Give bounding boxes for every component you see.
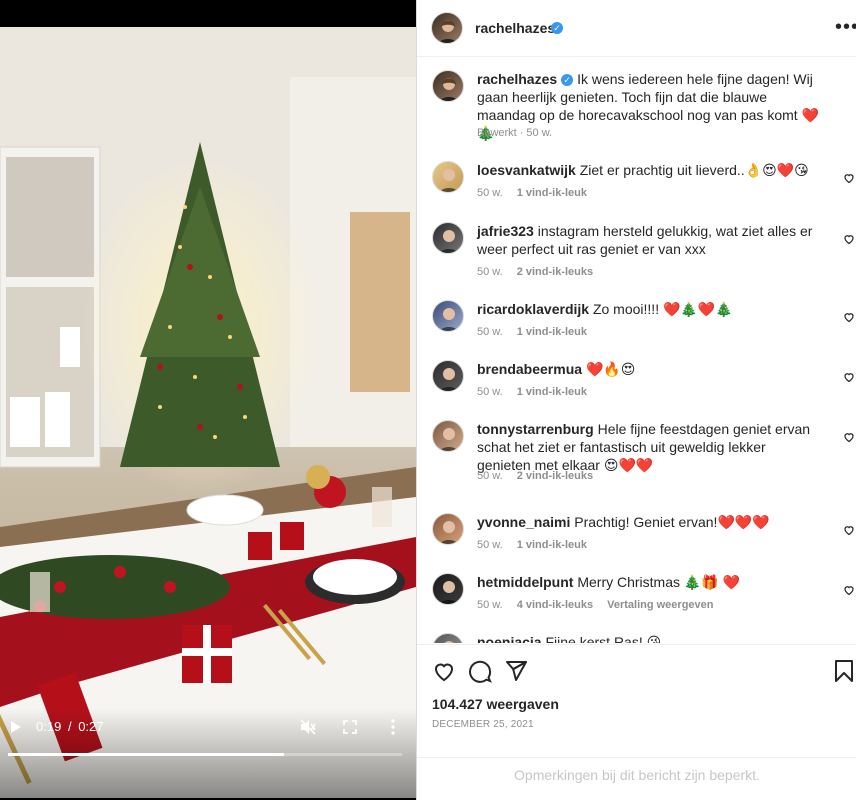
avatar[interactable] [432, 360, 464, 392]
comment-like-heart-icon[interactable] [843, 171, 855, 184]
comment-like-heart-icon[interactable] [843, 523, 855, 536]
avatar[interactable] [432, 70, 464, 102]
comment-like-heart-icon[interactable] [843, 370, 855, 383]
comment-age[interactable]: 50 w. [477, 326, 503, 338]
meta-separator: · [519, 127, 524, 139]
comment-age[interactable]: 50 w. [477, 539, 503, 551]
comment-age[interactable]: 50 w. [477, 266, 503, 278]
avatar[interactable] [432, 573, 464, 605]
avatar[interactable] [432, 222, 464, 254]
comment-username[interactable]: loesvankatwijk [477, 162, 576, 178]
video-frame[interactable] [0, 27, 416, 798]
comment-icon[interactable] [468, 659, 492, 683]
time-display: 0:19 / 0:27 [36, 719, 104, 734]
comment-username[interactable]: tonnystarrenburg [477, 421, 594, 437]
comment-age[interactable]: 50 w. [477, 386, 503, 398]
video-player[interactable]: 0:19 / 0:27 [0, 0, 416, 800]
view-count[interactable]: 104.427 weergaven [432, 696, 559, 712]
post-header: rachelhazes ✓ ••• [417, 0, 856, 57]
more-vertical-icon[interactable] [391, 719, 395, 738]
comment-likes[interactable]: 4 vind-ik-leuks [517, 599, 593, 611]
comment-meta: 50 w. 2 vind-ik-leuks [477, 266, 607, 278]
comment-username[interactable]: jafrie323 [477, 223, 534, 239]
share-icon[interactable] [504, 659, 528, 683]
video-controls: 0:19 / 0:27 [0, 708, 416, 748]
time-current: 0:19 [36, 719, 62, 734]
comment-likes[interactable]: 1 vind-ik-leuk [517, 539, 587, 551]
heart-icon[interactable] [432, 659, 456, 683]
verified-badge-icon: ✓ [561, 74, 574, 86]
comment-username[interactable]: brendabeermua [477, 361, 582, 377]
time-separator: / [67, 719, 72, 734]
comment-text: Merry Christmas 🎄🎁 ❤️ [577, 574, 741, 590]
comment-meta: 50 w. 1 vind-ik-leuk [477, 326, 601, 338]
video-progress-bar[interactable] [8, 753, 402, 756]
post-date[interactable]: DECEMBER 25, 2021 [432, 719, 534, 730]
comment-meta: 50 w. 1 vind-ik-leuk [477, 539, 601, 551]
avatar[interactable] [432, 300, 464, 332]
fullscreen-icon[interactable] [343, 720, 357, 737]
edited-label: Bewerkt [477, 127, 517, 139]
comment-username[interactable]: noenjacia [477, 634, 542, 643]
caption-username[interactable]: rachelhazes [477, 71, 557, 87]
comment-text: Ziet er prachtig uit lieverd..👌😍❤️😘 [579, 162, 809, 178]
play-icon[interactable] [10, 720, 22, 737]
comment-like-heart-icon[interactable] [843, 583, 855, 596]
more-options-icon[interactable]: ••• [835, 17, 856, 37]
comment-likes[interactable]: 2 vind-ik-leuks [517, 470, 593, 482]
bookmark-icon[interactable] [833, 659, 856, 683]
comment-meta: 50 w. 2 vind-ik-leuks [477, 470, 607, 482]
translate-link[interactable]: Vertaling weergeven [607, 599, 713, 611]
comment-like-heart-icon[interactable] [843, 310, 855, 323]
comment-likes[interactable]: 1 vind-ik-leuk [517, 386, 587, 398]
comment-age[interactable]: 50 w. [477, 599, 503, 611]
comment-username[interactable]: hetmiddelpunt [477, 574, 573, 590]
comment-username[interactable]: ricardoklaverdijk [477, 301, 589, 317]
caption-meta: Bewerkt · 50 w. [477, 127, 566, 139]
comment-age[interactable]: 50 w. [477, 470, 503, 482]
avatar[interactable] [432, 633, 464, 643]
avatar[interactable] [432, 161, 464, 193]
comment-like-heart-icon[interactable] [843, 430, 855, 443]
comment-text: Zo mooi!!!! ❤️🎄❤️🎄 [592, 301, 733, 317]
avatar[interactable] [431, 12, 463, 44]
avatar[interactable] [432, 420, 464, 452]
action-bar: 104.427 weergaven DECEMBER 25, 2021 [417, 644, 856, 757]
caption-age: 50 w. [526, 127, 553, 139]
comment-like-heart-icon[interactable] [843, 232, 855, 245]
comments-list[interactable]: rachelhazes ✓ Ik wens iedereen hele fijne… [417, 57, 856, 643]
video-scene-image [0, 27, 416, 798]
comment-text: Prachtig! Geniet ervan!❤️❤️❤️ [574, 514, 770, 530]
comment-username[interactable]: yvonne_naimi [477, 514, 570, 530]
comment-text: ❤️🔥😍 [585, 361, 636, 377]
comment-meta: 50 w. 1 vind-ik-leuk [477, 386, 601, 398]
comment-likes[interactable]: 1 vind-ik-leuk [517, 326, 587, 338]
comment-meta: 50 w. 1 vind-ik-leuk [477, 187, 601, 199]
post-sidebar: rachelhazes ✓ ••• rachelhazes✓ Ik wens i… [416, 0, 856, 800]
comment-meta: 50 w. 4 vind-ik-leuks Vertaling weergeven [477, 599, 728, 611]
header-username[interactable]: rachelhazes [475, 20, 555, 36]
comment-age[interactable]: 50 w. [477, 187, 503, 199]
time-total: 0:27 [78, 719, 104, 734]
comment-likes[interactable]: 2 vind-ik-leuks [517, 266, 593, 278]
comment-likes[interactable]: 1 vind-ik-leuk [517, 187, 587, 199]
video-progress-fill [8, 753, 284, 756]
mute-icon[interactable] [300, 719, 316, 738]
avatar[interactable] [432, 513, 464, 545]
verified-badge-icon: ✓ [551, 22, 563, 34]
comment-text: Fijne kerst Ras! 😘 [545, 634, 662, 643]
comments-restricted-notice: Opmerkingen bij dit bericht zijn beperkt… [417, 757, 856, 800]
